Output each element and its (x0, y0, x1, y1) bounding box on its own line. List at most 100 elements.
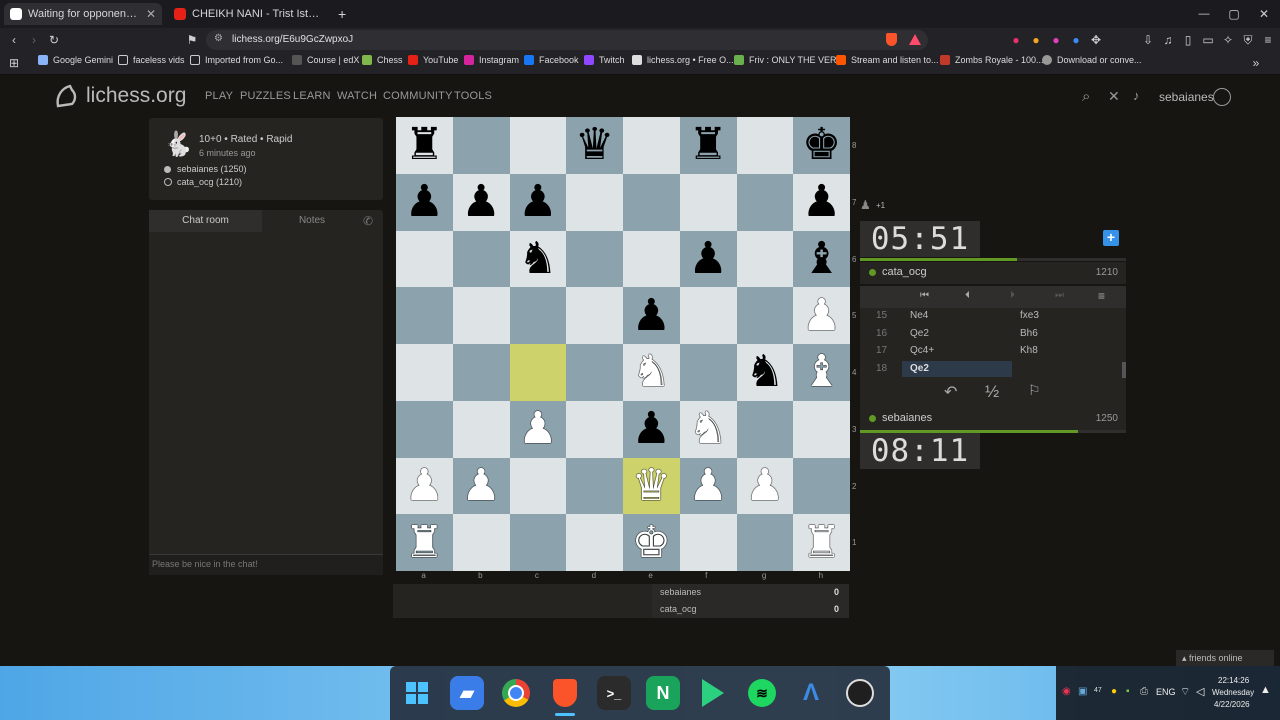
square-e2[interactable]: ♛ (623, 457, 680, 515)
brave-shield-icon[interactable] (886, 33, 897, 46)
square-b6[interactable] (452, 230, 510, 288)
square-d8[interactable]: ♛ (566, 117, 623, 174)
extension-icon[interactable]: ● (1048, 30, 1064, 50)
black-pawn-piece[interactable]: ♟ (632, 407, 671, 451)
language-indicator[interactable]: ENG (1156, 687, 1176, 697)
bookmark-item[interactable]: Facebook (524, 55, 579, 65)
menu-icon[interactable]: ≡ (1260, 30, 1276, 50)
white-king-piece[interactable]: ♚ (632, 520, 671, 565)
square-c2[interactable] (509, 457, 567, 515)
square-b7[interactable]: ♟ (452, 173, 510, 231)
square-c6[interactable]: ♞ (509, 230, 567, 288)
takeback-icon[interactable]: ↶ (944, 382, 957, 402)
next-move-icon[interactable]: ⏵ (1010, 290, 1015, 301)
square-h6[interactable]: ♝ (793, 230, 850, 288)
brave-icon[interactable] (548, 676, 582, 710)
white-knight-piece[interactable]: ♞ (688, 407, 727, 451)
square-g7[interactable] (736, 173, 794, 231)
notion-style-icon[interactable]: N (646, 676, 680, 710)
square-h3[interactable] (793, 400, 850, 458)
extension-icon[interactable]: ● (1028, 30, 1044, 50)
challenges-icon[interactable]: ✕ (1108, 88, 1120, 105)
square-f6[interactable]: ♟ (679, 230, 737, 288)
square-d2[interactable] (566, 457, 623, 515)
white-rook-piece[interactable]: ♜ (802, 520, 841, 565)
tray-app-icon[interactable]: ◉ (1062, 686, 1071, 697)
extension-icon[interactable]: ● (1008, 30, 1024, 50)
bookmark-item[interactable]: Download or conve... (1042, 55, 1142, 65)
wallet-icon[interactable]: ▭ (1200, 30, 1216, 50)
move-list-scrollbar[interactable] (1122, 362, 1126, 378)
square-g6[interactable] (736, 230, 794, 288)
chess-board[interactable]: ♜ ♛ ♜ ♚ ♟ ♟ ♟ ♟ ♞ ♟ ♝ ♟ ♟ ♞ ♞ ♝ ♟ ♟ ♞ ♟ ♟ ♛ ♟ ♟ ♜ ♚ ♜ (396, 117, 850, 571)
black-pawn-piece[interactable]: ♟ (461, 180, 500, 224)
tab-notes[interactable]: Notes (262, 210, 362, 232)
square-g3[interactable] (736, 400, 794, 458)
bookmark-item[interactable]: Imported from Go... (190, 55, 283, 65)
black-pawn-piece[interactable]: ♟ (688, 236, 727, 281)
white-pawn-piece[interactable]: ♟ (518, 407, 557, 451)
nav-watch[interactable]: WATCH (337, 90, 377, 102)
white-pawn-piece[interactable]: ♟ (461, 463, 500, 508)
square-a3[interactable] (396, 400, 453, 458)
black-rook-piece[interactable]: ♜ (405, 123, 444, 167)
extensions-puzzle-icon[interactable]: ✥ (1088, 30, 1104, 50)
apps-grid-icon[interactable]: ⊞ (6, 53, 22, 73)
player-name[interactable]: sebaianes (882, 412, 932, 424)
opponent-name[interactable]: cata_ocg (882, 266, 927, 278)
bookmark-item[interactable]: Google Gemini (38, 55, 113, 65)
white-pawn-piece[interactable]: ♟ (802, 293, 841, 338)
reload-icon[interactable]: ↻ (46, 30, 62, 50)
square-d3[interactable] (566, 400, 623, 458)
square-h1[interactable]: ♜ (793, 514, 850, 571)
black-player-link[interactable]: cata_ocg (1210) (177, 177, 242, 187)
square-c4[interactable] (509, 344, 567, 401)
square-g4[interactable]: ♞ (736, 344, 794, 401)
square-a7[interactable]: ♟ (396, 173, 453, 231)
square-h7[interactable]: ♟ (793, 173, 850, 231)
white-player-link[interactable]: sebaianes (1250) (177, 164, 247, 174)
file-explorer-icon[interactable]: ▰ (450, 676, 484, 710)
move[interactable]: fxe3 (1020, 310, 1039, 321)
square-b2[interactable]: ♟ (452, 457, 510, 515)
square-a8[interactable]: ♜ (396, 117, 453, 174)
square-b1[interactable] (452, 514, 510, 571)
minimize-icon[interactable]: — (1196, 4, 1212, 24)
friends-online-button[interactable]: ▴ friends online (1176, 650, 1274, 666)
black-knight-piece[interactable]: ♞ (518, 236, 557, 281)
white-pawn-piece[interactable]: ♟ (405, 463, 444, 508)
square-e3[interactable]: ♟ (623, 400, 680, 458)
square-f7[interactable] (679, 173, 737, 231)
chat-call-icon[interactable]: ✆ (363, 214, 373, 228)
tray-app-icon[interactable]: ⎙ (1140, 686, 1148, 697)
windows-start-icon[interactable] (400, 676, 434, 710)
bookmark-item[interactable]: Stream and listen to... (836, 55, 939, 65)
square-d1[interactable] (566, 514, 623, 571)
move[interactable]: Qe2 (910, 328, 929, 339)
black-pawn-piece[interactable]: ♟ (632, 293, 671, 338)
bookmark-item[interactable]: faceless vids (118, 55, 185, 65)
url-field[interactable]: ⚙ lichess.org/E6u9GcZwpxoJ (206, 30, 928, 50)
bookmark-item[interactable]: lichess.org • Free O... (632, 55, 734, 65)
leo-ai-icon[interactable]: ✧ (1220, 30, 1236, 50)
square-g2[interactable]: ♟ (736, 457, 794, 515)
square-h5[interactable]: ♟ (793, 287, 850, 344)
white-queen-piece[interactable]: ♛ (632, 463, 671, 508)
spotify-icon[interactable]: ≋ (745, 676, 779, 710)
square-c7[interactable]: ♟ (509, 173, 567, 231)
black-queen-piece[interactable]: ♛ (575, 123, 614, 167)
add-time-icon[interactable]: + (1103, 230, 1119, 246)
vpn-icon[interactable]: ⛨ (1240, 30, 1256, 50)
nav-play[interactable]: PLAY (205, 90, 233, 102)
square-a5[interactable] (396, 287, 453, 344)
close-window-icon[interactable]: ✕ (1256, 4, 1272, 24)
tray-app-icon[interactable]: ▣ (1078, 686, 1087, 697)
white-pawn-piece[interactable]: ♟ (688, 463, 727, 508)
white-pawn-piece[interactable]: ♟ (745, 463, 784, 508)
browser-tab-youtube[interactable]: CHEIKH NANI - Trist Istikhbar | Le (168, 3, 326, 25)
square-b5[interactable] (452, 287, 510, 344)
username-link[interactable]: sebaianes (1159, 90, 1214, 104)
sidebar-icon[interactable]: ▯ (1180, 30, 1196, 50)
square-b4[interactable] (452, 344, 510, 401)
notifications-bell-icon[interactable]: ♪ (1133, 88, 1140, 103)
